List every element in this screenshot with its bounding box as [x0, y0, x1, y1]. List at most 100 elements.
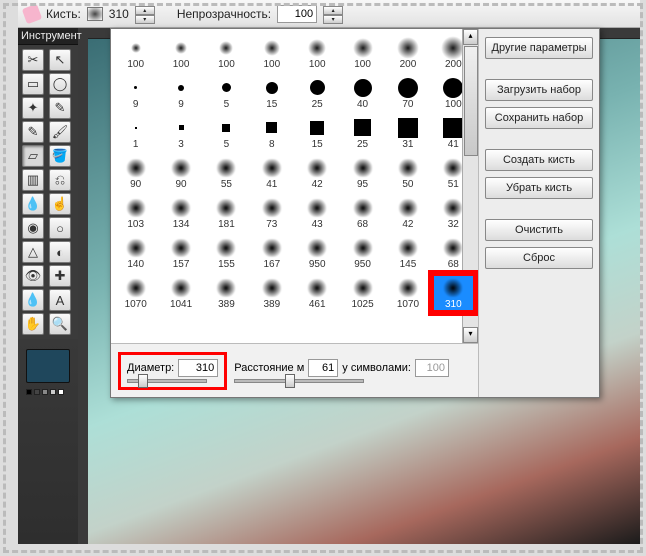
brush-preset[interactable]: 55	[204, 153, 249, 193]
brush-icon[interactable]: 🖌	[49, 121, 71, 143]
brush-preset[interactable]: 25	[295, 73, 340, 113]
eyedropper-icon[interactable]: ✎	[49, 97, 71, 119]
brush-preset[interactable]: 9	[113, 73, 158, 113]
brush-preset[interactable]: 73	[249, 193, 294, 233]
brush-preset[interactable]: 42	[295, 153, 340, 193]
brush-preset[interactable]: 181	[204, 193, 249, 233]
brush-preset[interactable]: 155	[204, 233, 249, 273]
brush-preset[interactable]: 90	[158, 153, 203, 193]
save-set-button[interactable]: Сохранить набор	[485, 107, 593, 129]
brush-preset[interactable]: 70	[385, 73, 430, 113]
brush-preset[interactable]: 68	[340, 193, 385, 233]
scroll-down-button[interactable]: ▾	[463, 327, 478, 343]
brush-preview-icon[interactable]	[87, 7, 103, 21]
lasso-icon[interactable]: ◯	[49, 73, 71, 95]
load-set-button[interactable]: Загрузить набор	[485, 79, 593, 101]
brush-preset[interactable]: 145	[385, 233, 430, 273]
brush-preset[interactable]: 100	[113, 33, 158, 73]
pencil-icon[interactable]: ✎	[22, 121, 44, 143]
brush-preset[interactable]: 200	[385, 33, 430, 73]
brush-preset[interactable]: 134	[158, 193, 203, 233]
brush-preset[interactable]: 15	[249, 73, 294, 113]
marquee-icon[interactable]: ▭	[22, 73, 44, 95]
scroll-thumb[interactable]	[464, 46, 478, 156]
brush-preset[interactable]: 42	[385, 193, 430, 233]
move-icon[interactable]: ↖	[49, 49, 71, 71]
brush-preset[interactable]: 167	[249, 233, 294, 273]
brush-preset[interactable]: 5	[204, 113, 249, 153]
brush-size-label: 70	[402, 99, 413, 110]
diameter-label: Диаметр:	[127, 362, 174, 374]
brush-preset[interactable]: 8	[249, 113, 294, 153]
brush-preset[interactable]: 103	[113, 193, 158, 233]
zoom-icon[interactable]: 🔍	[49, 313, 71, 335]
brush-preset[interactable]: 90	[113, 153, 158, 193]
sharpen-icon[interactable]: △	[22, 241, 44, 263]
brush-preset[interactable]: 950	[295, 233, 340, 273]
brush-preset[interactable]: 100	[204, 33, 249, 73]
diameter-slider[interactable]	[127, 379, 207, 383]
gradient-icon[interactable]: ▥	[22, 169, 44, 191]
brush-preset[interactable]: 461	[295, 273, 340, 313]
brush-preset[interactable]: 1070	[113, 273, 158, 313]
brush-preset[interactable]: 389	[204, 273, 249, 313]
brush-size-label: 90	[130, 179, 141, 190]
colorpick-icon[interactable]: 💧	[22, 289, 44, 311]
brush-preset[interactable]: 140	[113, 233, 158, 273]
wand-icon[interactable]: ✦	[22, 97, 44, 119]
brush-preset[interactable]: 100	[340, 33, 385, 73]
brush-preset[interactable]: 31	[385, 113, 430, 153]
brush-preset[interactable]: 3	[158, 113, 203, 153]
scroll-up-button[interactable]: ▴	[463, 29, 478, 45]
eraser-icon[interactable]: ▱	[22, 145, 44, 167]
redeye-icon[interactable]: 👁	[22, 265, 44, 287]
brush-preset[interactable]: 100	[158, 33, 203, 73]
crop-icon[interactable]: ✂	[22, 49, 44, 71]
brush-preset[interactable]: 1041	[158, 273, 203, 313]
create-brush-button[interactable]: Создать кисть	[485, 149, 593, 171]
brush-preset[interactable]: 25	[340, 113, 385, 153]
clear-button[interactable]: Очистить	[485, 219, 593, 241]
foreground-color[interactable]	[26, 349, 70, 383]
brush-size-label: 32	[448, 219, 459, 230]
brush-preset[interactable]: 310	[431, 273, 476, 313]
brush-preset[interactable]: 15	[295, 113, 340, 153]
heal-icon[interactable]: ✚	[49, 265, 71, 287]
brush-preset[interactable]: 41	[249, 153, 294, 193]
brush-preset[interactable]: 950	[340, 233, 385, 273]
brush-preset[interactable]: 5	[204, 73, 249, 113]
brush-preset[interactable]: 95	[340, 153, 385, 193]
opacity-field[interactable]	[277, 5, 317, 23]
diameter-field[interactable]	[178, 359, 218, 377]
reset-button[interactable]: Сброс	[485, 247, 593, 269]
other-params-button[interactable]: Другие параметры	[485, 37, 593, 59]
dodge-icon[interactable]: ○	[49, 217, 71, 239]
swatch-row[interactable]	[26, 389, 70, 395]
bucket-icon[interactable]: 🪣	[49, 145, 71, 167]
sponge-icon[interactable]: ◉	[22, 217, 44, 239]
brush-preset[interactable]: 100	[295, 33, 340, 73]
brush-preset[interactable]: 389	[249, 273, 294, 313]
smudge-icon[interactable]: ☝	[49, 193, 71, 215]
spacing-field[interactable]	[308, 359, 338, 377]
brush-preset[interactable]: 9	[158, 73, 203, 113]
opacity-spinner[interactable]: ▴▾	[323, 6, 343, 22]
brush-size-label: 68	[448, 259, 459, 270]
spacing-slider[interactable]	[234, 379, 364, 383]
text-icon[interactable]: A	[49, 289, 71, 311]
brush-preset[interactable]: 157	[158, 233, 203, 273]
burn-icon[interactable]: ◐	[49, 241, 71, 263]
brush-preset[interactable]: 1025	[340, 273, 385, 313]
brush-preset[interactable]: 1	[113, 113, 158, 153]
brush-preset[interactable]: 40	[340, 73, 385, 113]
hand-icon[interactable]: ✋	[22, 313, 44, 335]
stamp-icon[interactable]: ⎌	[49, 169, 71, 191]
brush-preset[interactable]: 100	[249, 33, 294, 73]
remove-brush-button[interactable]: Убрать кисть	[485, 177, 593, 199]
brush-preset[interactable]: 1070	[385, 273, 430, 313]
brush-size-spinner[interactable]: ▴▾	[135, 6, 155, 22]
brush-preset[interactable]: 43	[295, 193, 340, 233]
blur-icon[interactable]: 💧	[22, 193, 44, 215]
brush-preset[interactable]: 50	[385, 153, 430, 193]
brush-size-label: 25	[312, 99, 323, 110]
